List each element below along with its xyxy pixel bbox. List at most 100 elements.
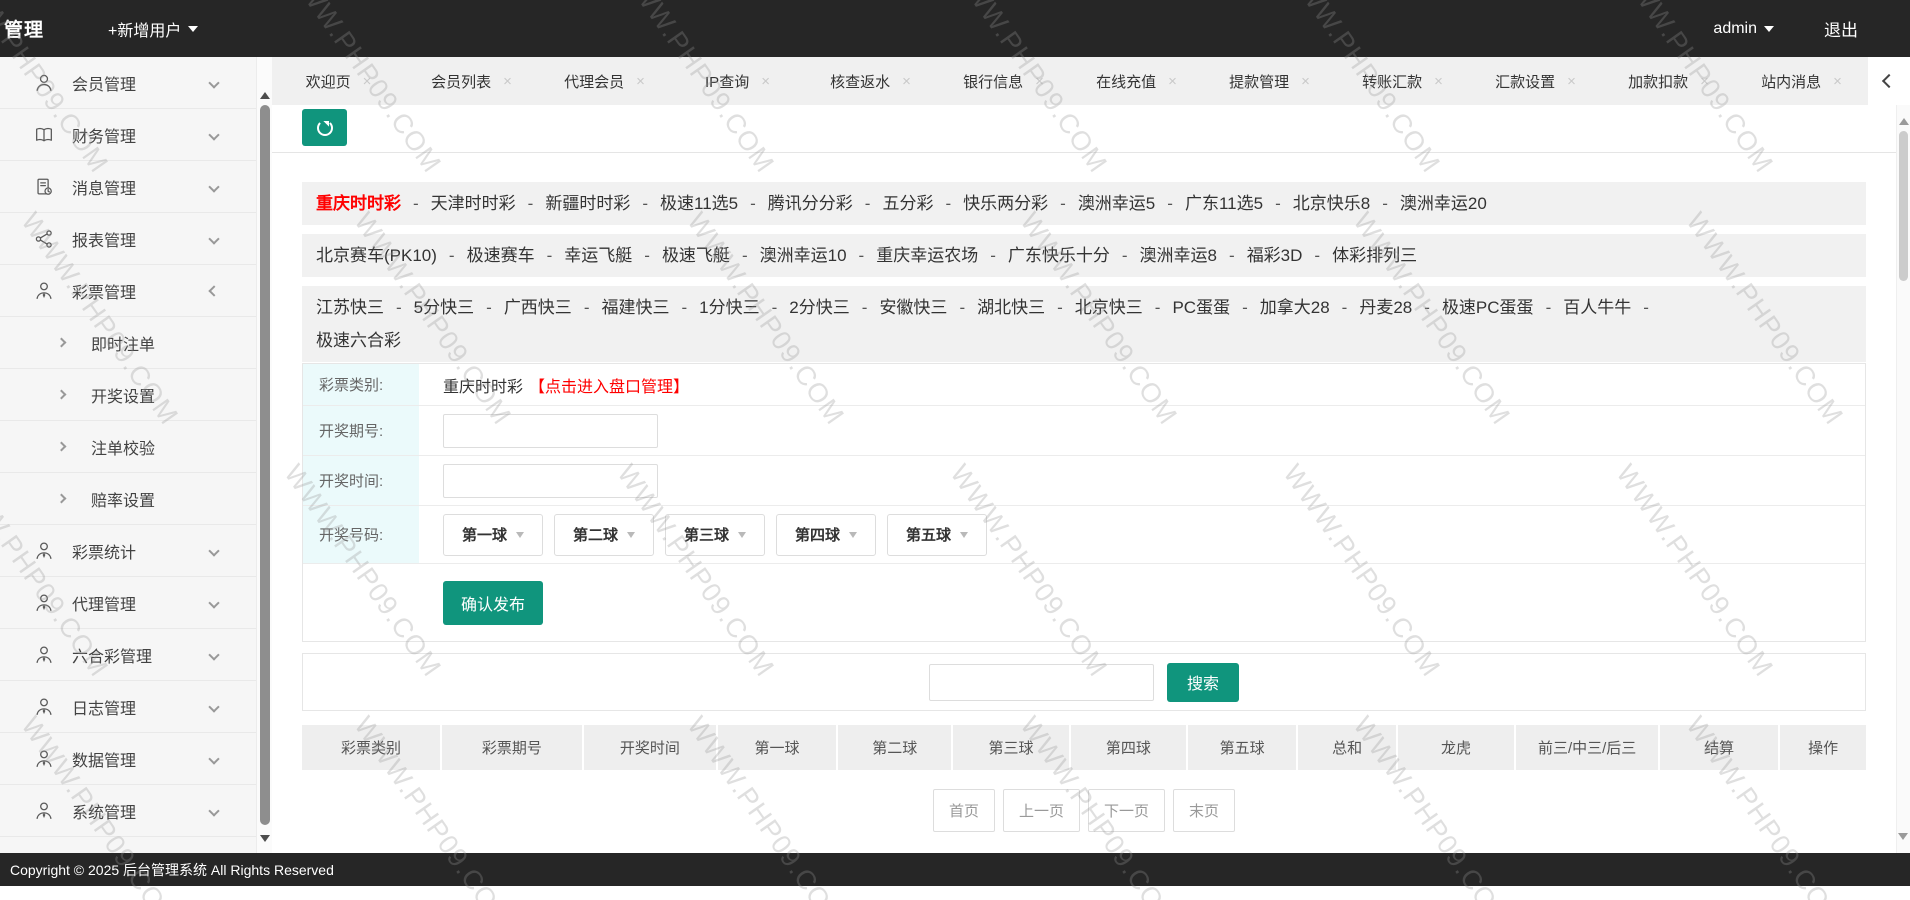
tab-加款扣款[interactable]: 加款扣款× [1602, 57, 1735, 105]
lottery-link-新疆时时彩[interactable]: 新疆时时彩 [545, 194, 630, 213]
refresh-button[interactable] [302, 109, 347, 146]
tab-IP查询[interactable]: IP查询× [671, 57, 804, 105]
lottery-link-2分快三[interactable]: 2分快三 [789, 298, 849, 317]
scroll-up-arrow-icon[interactable] [260, 87, 270, 99]
lottery-link-湖北快三[interactable]: 湖北快三 [977, 298, 1045, 317]
lottery-link-福彩3D[interactable]: 福彩3D [1247, 246, 1303, 265]
lottery-link-极速11选5[interactable]: 极速11选5 [660, 194, 738, 213]
close-icon[interactable]: × [761, 73, 770, 90]
page-button-末页[interactable]: 末页 [1173, 789, 1235, 832]
lottery-link-天津时时彩[interactable]: 天津时时彩 [431, 194, 516, 213]
close-icon[interactable]: × [1700, 73, 1709, 90]
lottery-link-江苏快三[interactable]: 江苏快三 [316, 298, 384, 317]
lottery-link-腾讯分分彩[interactable]: 腾讯分分彩 [768, 194, 853, 213]
tab-转账汇款[interactable]: 转账汇款× [1336, 57, 1469, 105]
scrollbar-thumb[interactable] [1899, 131, 1908, 281]
sidebar-item-开奖设置[interactable]: 开奖设置 [0, 369, 256, 421]
scroll-up-arrow-icon[interactable] [1899, 113, 1909, 125]
logout-button[interactable]: 退出 [1824, 16, 1858, 41]
lottery-link-重庆幸运农场[interactable]: 重庆幸运农场 [876, 246, 978, 265]
sidebar-item-系统管理[interactable]: 系统管理 [0, 785, 256, 837]
tab-overflow-button[interactable] [1868, 57, 1910, 105]
sidebar-item-报表管理[interactable]: 报表管理 [0, 213, 256, 265]
lottery-link-重庆时时彩[interactable]: 重庆时时彩 [316, 194, 401, 213]
tab-欢迎页[interactable]: 欢迎页× [272, 57, 405, 105]
page-button-上一页[interactable]: 上一页 [1003, 789, 1080, 832]
sidebar-item-代理管理[interactable]: 代理管理 [0, 577, 256, 629]
close-icon[interactable]: × [1168, 73, 1177, 90]
close-icon[interactable]: × [1035, 73, 1044, 90]
confirm-publish-button[interactable]: 确认发布 [443, 581, 543, 625]
lottery-link-广西快三[interactable]: 广西快三 [504, 298, 572, 317]
close-icon[interactable]: × [1301, 73, 1310, 90]
tab-会员列表[interactable]: 会员列表× [405, 57, 538, 105]
search-input[interactable] [929, 664, 1154, 701]
scrollbar-thumb[interactable] [260, 105, 270, 825]
lottery-link-快乐两分彩[interactable]: 快乐两分彩 [963, 194, 1048, 213]
ball-select-第三球[interactable]: 第三球 [665, 514, 765, 556]
lottery-link-极速赛车[interactable]: 极速赛车 [467, 246, 535, 265]
scroll-down-arrow-icon[interactable] [1898, 833, 1908, 845]
lottery-link-PC蛋蛋[interactable]: PC蛋蛋 [1172, 298, 1230, 317]
close-icon[interactable]: × [503, 73, 512, 90]
lottery-link-幸运飞艇[interactable]: 幸运飞艇 [564, 246, 632, 265]
sidebar-scrollbar[interactable] [256, 57, 272, 853]
ball-select-第五球[interactable]: 第五球 [887, 514, 987, 556]
lottery-link-百人牛牛[interactable]: 百人牛牛 [1563, 298, 1631, 317]
sidebar-item-注单校验[interactable]: 注单校验 [0, 421, 256, 473]
lottery-link-北京快乐8[interactable]: 北京快乐8 [1293, 194, 1370, 213]
lottery-link-极速PC蛋蛋[interactable]: 极速PC蛋蛋 [1442, 298, 1534, 317]
lottery-link-极速六合彩[interactable]: 极速六合彩 [316, 331, 401, 350]
lottery-link-北京快三[interactable]: 北京快三 [1075, 298, 1143, 317]
scroll-down-arrow-icon[interactable] [260, 835, 270, 847]
close-icon[interactable]: × [636, 73, 645, 90]
ball-select-第一球[interactable]: 第一球 [443, 514, 543, 556]
lottery-link-1分快三[interactable]: 1分快三 [699, 298, 759, 317]
search-button[interactable]: 搜索 [1167, 663, 1239, 702]
sidebar-item-财务管理[interactable]: 财务管理 [0, 109, 256, 161]
close-icon[interactable]: × [1567, 73, 1576, 90]
lottery-link-广东快乐十分[interactable]: 广东快乐十分 [1008, 246, 1110, 265]
sidebar-item-赔率设置[interactable]: 赔率设置 [0, 473, 256, 525]
admin-menu[interactable]: admin [1713, 20, 1774, 38]
lottery-link-加拿大28[interactable]: 加拿大28 [1260, 298, 1330, 317]
close-icon[interactable]: × [902, 73, 911, 90]
lottery-link-5分快三[interactable]: 5分快三 [414, 298, 474, 317]
sidebar-item-彩票管理[interactable]: 彩票管理 [0, 265, 256, 317]
sidebar-item-数据管理[interactable]: 数据管理 [0, 733, 256, 785]
panel-manage-link[interactable]: 【点击进入盘口管理】 [529, 373, 689, 397]
sidebar-item-彩票统计[interactable]: 彩票统计 [0, 525, 256, 577]
tab-提款管理[interactable]: 提款管理× [1203, 57, 1336, 105]
lottery-link-广东11选5[interactable]: 广东11选5 [1185, 194, 1263, 213]
tab-代理会员[interactable]: 代理会员× [538, 57, 671, 105]
tab-汇款设置[interactable]: 汇款设置× [1469, 57, 1602, 105]
tab-银行信息[interactable]: 银行信息× [937, 57, 1070, 105]
lottery-link-极速飞艇[interactable]: 极速飞艇 [662, 246, 730, 265]
content-scrollbar[interactable] [1896, 105, 1910, 853]
lottery-link-丹麦28[interactable]: 丹麦28 [1359, 298, 1412, 317]
sidebar-item-日志管理[interactable]: 日志管理 [0, 681, 256, 733]
page-button-下一页[interactable]: 下一页 [1088, 789, 1165, 832]
page-button-首页[interactable]: 首页 [933, 789, 995, 832]
lottery-link-澳洲幸运20[interactable]: 澳洲幸运20 [1400, 194, 1487, 213]
time-input[interactable] [443, 464, 658, 498]
lottery-link-澳洲幸运8[interactable]: 澳洲幸运8 [1140, 246, 1217, 265]
lottery-link-五分彩[interactable]: 五分彩 [882, 194, 933, 213]
lottery-link-安徽快三[interactable]: 安徽快三 [879, 298, 947, 317]
close-icon[interactable]: × [1434, 73, 1443, 90]
issue-input[interactable] [443, 414, 658, 448]
sidebar-item-消息管理[interactable]: 消息管理 [0, 161, 256, 213]
sidebar-item-六合彩管理[interactable]: 六合彩管理 [0, 629, 256, 681]
tab-在线充值[interactable]: 在线充值× [1070, 57, 1203, 105]
sidebar-item-即时注单[interactable]: 即时注单 [0, 317, 256, 369]
tab-核查返水[interactable]: 核查返水× [804, 57, 937, 105]
lottery-link-体彩排列三[interactable]: 体彩排列三 [1332, 246, 1417, 265]
add-user-button[interactable]: +新增用户 [108, 17, 198, 41]
lottery-link-澳洲幸运10[interactable]: 澳洲幸运10 [760, 246, 847, 265]
lottery-link-福建快三[interactable]: 福建快三 [601, 298, 669, 317]
lottery-link-北京赛车(PK10)[interactable]: 北京赛车(PK10) [316, 246, 437, 265]
close-icon[interactable]: × [1833, 73, 1842, 90]
lottery-link-澳洲幸运5[interactable]: 澳洲幸运5 [1078, 194, 1155, 213]
close-icon[interactable]: × [363, 73, 372, 90]
ball-select-第四球[interactable]: 第四球 [776, 514, 876, 556]
